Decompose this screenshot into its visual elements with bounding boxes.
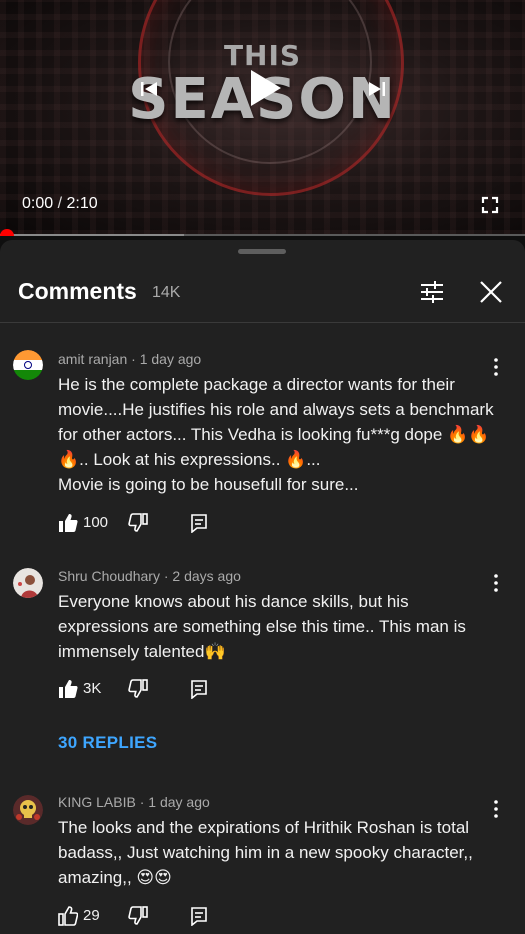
dislike-icon[interactable]	[128, 906, 148, 926]
fullscreen-icon[interactable]	[480, 195, 500, 215]
sheet-drag-handle[interactable]	[238, 249, 286, 254]
dislike-icon[interactable]	[128, 679, 148, 699]
like-count: 100	[83, 514, 109, 531]
reply-icon[interactable]	[189, 513, 209, 533]
time-separator: /	[57, 195, 63, 212]
like-icon[interactable]	[58, 513, 78, 533]
close-icon[interactable]	[477, 278, 505, 306]
like-count: 29	[83, 907, 100, 924]
comments-sheet: Comments 14K amit ranjan · 1 day ago He …	[0, 240, 525, 934]
comment-meta: Shru Choudhary · 2 days ago	[58, 568, 241, 584]
progress-scrubber-handle[interactable]	[0, 229, 14, 236]
comment-author[interactable]: amit ranjan	[58, 351, 127, 367]
video-progress-bar[interactable]	[0, 229, 525, 236]
comment-meta: KING LABIB · 1 day ago	[58, 794, 210, 810]
comment-text: He is the complete package a director wa…	[58, 375, 494, 494]
previous-icon[interactable]	[138, 78, 160, 100]
skull-avatar-icon[interactable]	[13, 795, 43, 825]
next-icon[interactable]	[366, 78, 388, 100]
video-player[interactable]: THIS SEASON 0:00 / 2:10	[0, 0, 525, 236]
comment-time: 1 day ago	[139, 351, 202, 367]
meta-dot: ·	[131, 351, 140, 367]
buffered-bar	[0, 234, 184, 236]
comment-actions: 3K	[58, 679, 258, 701]
comment-author[interactable]: Shru Choudhary	[58, 568, 160, 584]
comment-text: Everyone knows about his dance skills, b…	[58, 592, 466, 661]
dislike-icon[interactable]	[128, 513, 148, 533]
like-icon[interactable]	[58, 679, 78, 699]
like-count: 3K	[83, 680, 102, 697]
play-icon[interactable]	[247, 68, 283, 108]
profile-photo-icon[interactable]	[13, 568, 43, 598]
reply-icon[interactable]	[189, 679, 209, 699]
duration: 2:10	[66, 195, 98, 212]
meta-dot: ·	[139, 794, 149, 810]
comment-time: 2 days ago	[172, 568, 241, 584]
comments-header: Comments 14K	[0, 266, 525, 323]
sort-filter-icon[interactable]	[418, 278, 446, 306]
video-time-display: 0:00 / 2:10	[22, 195, 98, 213]
view-replies-button[interactable]: 30 REPLIES	[58, 733, 157, 753]
comment-time: 1 day ago	[148, 794, 210, 810]
comment-actions: 29	[58, 906, 258, 928]
comments-count: 14K	[152, 284, 181, 301]
comment-text: The looks and the expirations of Hrithik…	[58, 818, 473, 887]
comments-title: Comments	[18, 278, 137, 304]
comment-author[interactable]: KING LABIB	[58, 794, 136, 810]
like-icon[interactable]	[58, 906, 78, 926]
current-time: 0:00	[22, 195, 54, 212]
comment-actions: 100	[58, 513, 258, 535]
comment-meta: amit ranjan · 1 day ago	[58, 351, 201, 367]
reply-icon[interactable]	[189, 906, 209, 926]
india-flag-icon[interactable]	[13, 350, 43, 380]
